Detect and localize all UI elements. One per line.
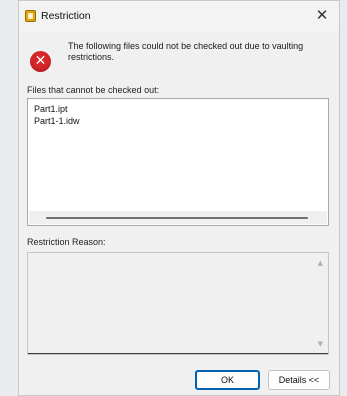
background-left-strip bbox=[0, 0, 18, 396]
title-bar: Restriction ✕ bbox=[19, 1, 339, 31]
restriction-dialog: Restriction ✕ ✕ The following files coul… bbox=[18, 0, 340, 396]
restriction-reason-field[interactable]: ▲ ▼ bbox=[27, 252, 329, 355]
error-icon: ✕ bbox=[30, 51, 51, 72]
error-message: The following files could not be checked… bbox=[68, 41, 304, 62]
field-bottom-border bbox=[28, 353, 328, 354]
app-icon bbox=[25, 10, 36, 22]
reason-label: Restriction Reason: bbox=[27, 237, 106, 247]
scroll-down-arrow-icon[interactable]: ▼ bbox=[318, 340, 323, 348]
close-button[interactable]: ✕ bbox=[315, 7, 329, 23]
background-right-strip bbox=[340, 0, 347, 396]
dialog-title: Restriction bbox=[41, 10, 91, 22]
scrollbar-thumb[interactable] bbox=[46, 217, 308, 219]
list-item[interactable]: Part1-1.idw bbox=[34, 116, 80, 126]
files-label: Files that cannot be checked out: bbox=[27, 85, 160, 95]
horizontal-scrollbar[interactable] bbox=[29, 211, 327, 224]
list-item[interactable]: Part1.ipt bbox=[34, 104, 68, 114]
files-list[interactable]: Part1.ipt Part1-1.idw bbox=[27, 98, 329, 226]
scroll-up-arrow-icon[interactable]: ▲ bbox=[318, 259, 323, 267]
details-button[interactable]: Details << bbox=[268, 370, 330, 390]
ok-button[interactable]: OK bbox=[195, 370, 260, 390]
